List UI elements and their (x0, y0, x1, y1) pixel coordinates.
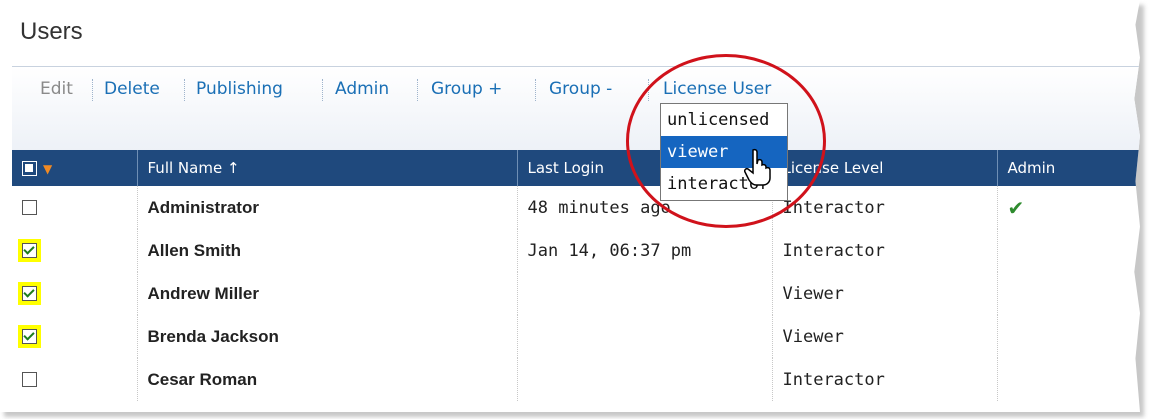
toolbar-separator (417, 79, 418, 101)
admin-cell (997, 315, 1140, 358)
user-name-link[interactable]: Brenda Jackson (137, 315, 518, 358)
edit-button[interactable]: Edit (40, 79, 73, 99)
delete-button[interactable]: Delete (104, 79, 160, 99)
dropdown-option-unlicensed[interactable]: unlicensed (661, 104, 787, 136)
toolbar-separator (648, 79, 649, 101)
admin-cell (997, 229, 1140, 272)
chevron-down-icon[interactable]: ▼ (43, 162, 52, 176)
column-header-license-level[interactable]: License Level (772, 150, 998, 186)
select-all-checkbox[interactable] (22, 161, 37, 176)
checkmark-icon: ✔ (1007, 195, 1025, 220)
row-checkbox[interactable] (22, 200, 37, 215)
screenshot-frame: Users Edit Delete Publishing Admin Group… (0, 0, 1140, 412)
table-row[interactable]: Brenda Jackson Viewer (12, 315, 1140, 358)
admin-cell: ✔ (997, 186, 1140, 229)
table-row[interactable]: Allen Smith Jan 14, 06:37 pm Interactor (12, 229, 1140, 272)
page-title: Users (20, 18, 83, 45)
table-row[interactable]: Cesar Roman Interactor (12, 358, 1140, 401)
toolbar: Edit Delete Publishing Admin Group + Gro… (12, 66, 1140, 151)
select-all-header[interactable]: ▼ (12, 150, 138, 186)
toolbar-separator (92, 79, 93, 101)
group-add-button[interactable]: Group + (431, 79, 502, 99)
user-name-link[interactable]: Cesar Roman (137, 358, 518, 401)
users-table: ▼ Full Name ↑ Last Login License Level A… (12, 150, 1140, 401)
last-login-cell: Jan 14, 06:37 pm (517, 229, 773, 272)
license-level-cell: Viewer (772, 272, 998, 315)
admin-cell (997, 358, 1140, 401)
last-login-cell (517, 272, 773, 315)
publishing-button[interactable]: Publishing (196, 79, 283, 99)
row-checkbox[interactable] (22, 372, 37, 387)
license-level-cell: Interactor (772, 186, 998, 229)
user-name-link[interactable]: Allen Smith (137, 229, 518, 272)
row-checkbox[interactable] (18, 282, 41, 305)
table-header-row: ▼ Full Name ↑ Last Login License Level A… (12, 150, 1140, 186)
toolbar-separator (184, 79, 185, 101)
table-row[interactable]: Andrew Miller Viewer (12, 272, 1140, 315)
group-remove-button[interactable]: Group - (549, 79, 612, 99)
toolbar-separator (322, 79, 323, 101)
hand-cursor-icon (744, 148, 771, 186)
user-name-link[interactable]: Administrator (137, 186, 518, 229)
license-level-cell: Viewer (772, 315, 998, 358)
admin-button[interactable]: Admin (335, 79, 389, 99)
column-header-admin[interactable]: Admin (997, 150, 1140, 186)
last-login-cell (517, 358, 773, 401)
table-row[interactable]: Administrator 48 minutes ago Interactor … (12, 186, 1140, 229)
last-login-cell (517, 315, 773, 358)
toolbar-separator (535, 79, 536, 101)
license-level-cell: Interactor (772, 229, 998, 272)
row-checkbox[interactable] (18, 239, 41, 262)
column-header-full-name[interactable]: Full Name ↑ (137, 150, 518, 186)
license-level-cell: Interactor (772, 358, 998, 401)
admin-cell (997, 272, 1140, 315)
user-name-link[interactable]: Andrew Miller (137, 272, 518, 315)
license-user-button[interactable]: License User (663, 79, 771, 99)
row-checkbox[interactable] (18, 325, 41, 348)
